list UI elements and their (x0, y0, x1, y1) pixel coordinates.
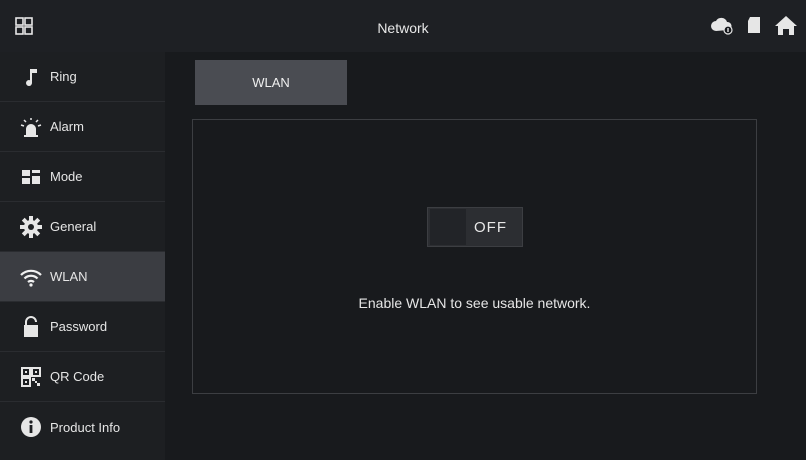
sidebar-item-general[interactable]: General (0, 202, 165, 252)
sidebar-item-mode[interactable]: Mode (0, 152, 165, 202)
cloud-status-icon (710, 15, 734, 40)
wlan-toggle[interactable]: OFF (427, 207, 523, 247)
sidebar: Ring Alarm Mode General WLAN Password QR… (0, 52, 165, 460)
music-note-icon (18, 66, 44, 88)
sidebar-item-label: Ring (50, 69, 77, 84)
sd-card-icon (746, 15, 762, 40)
main-content: WLAN OFF Enable WLAN to see usable netwo… (165, 52, 806, 460)
alarm-light-icon (18, 116, 44, 138)
sidebar-item-ring[interactable]: Ring (0, 52, 165, 102)
sidebar-item-label: QR Code (50, 369, 105, 384)
sidebar-item-wlan[interactable]: WLAN (0, 252, 165, 302)
gear-icon (18, 215, 44, 238)
sidebar-item-label: Product Info (50, 419, 121, 435)
sidebar-item-password[interactable]: Password (0, 302, 165, 352)
tab-wlan[interactable]: WLAN (195, 60, 347, 105)
sidebar-item-label: Alarm (50, 119, 84, 134)
sidebar-item-qr-code[interactable]: QR Code (0, 352, 165, 402)
sidebar-item-alarm[interactable]: Alarm (0, 102, 165, 152)
sidebar-item-label: Password (50, 319, 108, 334)
status-icons (710, 14, 798, 41)
lock-icon (18, 315, 44, 338)
wlan-hint-text: Enable WLAN to see usable network. (358, 295, 591, 311)
home-icon[interactable] (774, 14, 798, 41)
mode-grid-icon (18, 166, 44, 188)
sidebar-item-product-info[interactable]: Product Info (0, 402, 165, 452)
qr-code-icon (18, 366, 44, 388)
sidebar-item-label: Mode (50, 169, 83, 184)
sidebar-item-label: WLAN (50, 269, 88, 284)
info-icon (18, 416, 44, 438)
wifi-icon (18, 266, 44, 288)
sidebar-item-label: General (50, 219, 97, 234)
toggle-state-label: OFF (474, 218, 507, 236)
top-bar: Network (0, 0, 806, 52)
page-title: Network (377, 20, 429, 36)
toggle-knob (430, 209, 466, 245)
wlan-panel: OFF Enable WLAN to see usable network. (192, 119, 757, 394)
